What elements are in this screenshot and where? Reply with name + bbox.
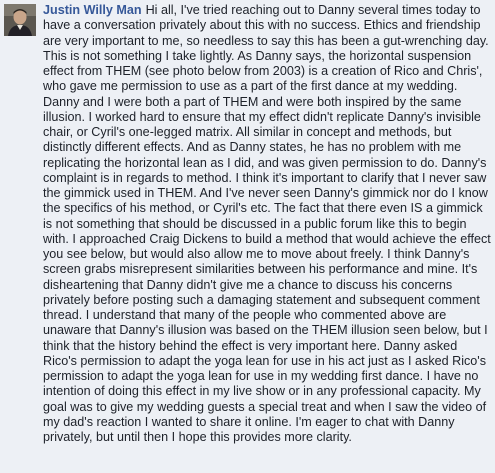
- comment-content: Justin Willy Man Hi all, I've tried reach…: [43, 3, 491, 445]
- comment: Justin Willy Man Hi all, I've tried reach…: [0, 0, 495, 473]
- comment-body: Justin Willy Man Hi all, I've tried reach…: [43, 3, 491, 445]
- comment-author-link[interactable]: Justin Willy Man: [43, 3, 142, 17]
- profile-photo-icon: [4, 4, 36, 36]
- avatar[interactable]: [4, 4, 36, 36]
- comment-message: Hi all, I've tried reaching out to Danny…: [43, 3, 491, 444]
